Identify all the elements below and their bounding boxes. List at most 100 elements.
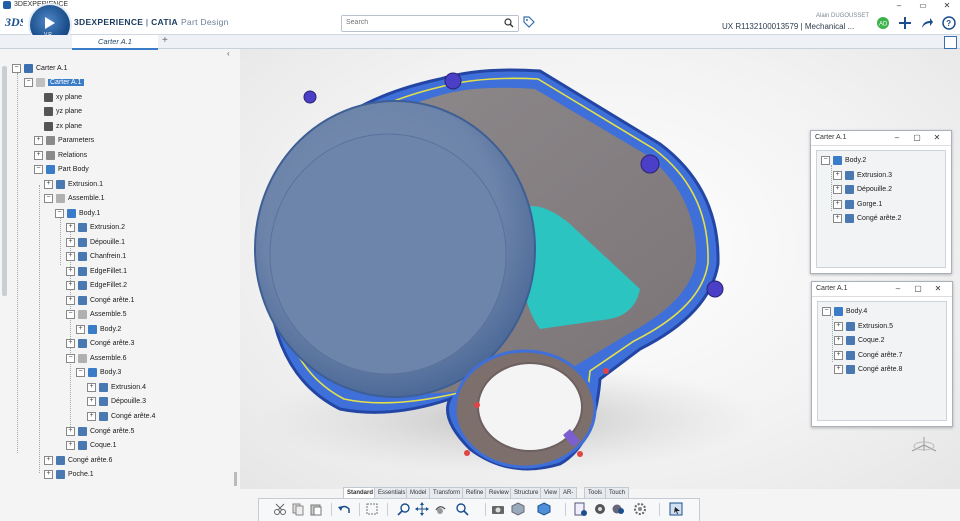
document-id[interactable]: UX R1132100013579 | Mechanical ... <box>722 22 854 31</box>
close-window-button[interactable]: ✕ <box>936 0 958 11</box>
close-button[interactable]: ✕ <box>927 131 947 145</box>
minimize-button[interactable]: – <box>888 282 908 296</box>
panel-tree-item[interactable]: + Dépouille.2 <box>833 184 892 196</box>
panel-tree-item[interactable]: + Extrusion.5 <box>834 321 893 333</box>
tree-item-relations[interactable]: + Relations <box>34 150 87 162</box>
search-input[interactable] <box>342 16 500 29</box>
cut-icon[interactable] <box>273 502 287 516</box>
body-label: Body.2 <box>100 326 122 333</box>
user-name[interactable]: Alain DUGOUSSET <box>816 13 869 19</box>
panel-tree-item[interactable]: + Coque.2 <box>834 335 884 347</box>
tree-item-conge1[interactable]: + Congé arête.1 <box>66 295 134 307</box>
tree-item-assemble5[interactable]: − Assemble.5 <box>66 309 127 321</box>
panel-tree-item[interactable]: + Extrusion.3 <box>833 170 892 182</box>
view-mode-icon[interactable] <box>511 502 525 516</box>
part-body-label: Part Body <box>58 166 89 173</box>
feature-label: Extrusion.5 <box>858 323 894 330</box>
zoom-icon[interactable] <box>397 502 411 516</box>
search-box[interactable] <box>341 15 519 32</box>
chamfer-icon <box>78 251 87 261</box>
maximize-button[interactable]: ▢ <box>908 282 928 296</box>
tree-item-conge5[interactable]: + Congé arête.5 <box>66 426 134 438</box>
plane-label: xy plane <box>56 94 83 101</box>
assemble-label: Assemble.1 <box>68 195 105 202</box>
panel-tree-item[interactable]: + Congé arête.8 <box>834 364 902 376</box>
feature-label: Congé arête.8 <box>858 366 903 373</box>
select-icon[interactable] <box>365 502 379 516</box>
plane-label: zx plane <box>56 123 83 130</box>
panel-tree-item[interactable]: + Congé arête.7 <box>834 350 902 362</box>
help-icon[interactable]: ? <box>942 16 956 30</box>
panel-tree-item[interactable]: + Gorge.1 <box>833 199 882 211</box>
tree-root[interactable]: − Carter A.1 <box>12 63 68 75</box>
tree-item-chanfrein1[interactable]: + Chanfrein.1 <box>66 251 126 263</box>
tree-item-body3[interactable]: − Body.3 <box>76 367 121 379</box>
tree-item-extrusion1[interactable]: + Extrusion.1 <box>44 179 103 191</box>
undo-icon[interactable] <box>337 502 351 516</box>
capture-icon[interactable] <box>491 502 505 516</box>
tree-item-edgefillet2[interactable]: + EdgeFillet.2 <box>66 280 127 292</box>
tree-item-yz-plane[interactable]: yz plane <box>44 106 82 118</box>
share-icon[interactable] <box>920 16 934 30</box>
tree-item-conge4[interactable]: + Congé arête.4 <box>87 411 155 423</box>
extrusion-icon <box>56 179 65 189</box>
feature-label: Gorge.1 <box>857 201 883 208</box>
extrusion-icon <box>78 222 87 232</box>
plus-icon[interactable] <box>898 16 912 30</box>
restore-button[interactable]: ▭ <box>912 0 934 11</box>
tree-item-body1[interactable]: − Body.1 <box>55 208 100 220</box>
tree-item-xy-plane[interactable]: xy plane <box>44 92 82 104</box>
tree-item-conge3[interactable]: + Congé arête.3 <box>66 338 134 350</box>
tree-item-zx-plane[interactable]: zx plane <box>44 121 82 133</box>
panel-tree-root[interactable]: − Body.2 <box>821 155 866 167</box>
tree-item-coque1[interactable]: + Coque.1 <box>66 440 116 452</box>
properties-icon[interactable] <box>573 502 587 516</box>
tree-item-carter-a1[interactable]: − Carter A.1 <box>24 77 84 89</box>
tree-scrollbar[interactable] <box>234 472 237 486</box>
draft-icon <box>845 184 854 194</box>
collab-icon[interactable]: AD <box>876 16 890 30</box>
search-icon[interactable] <box>504 18 514 28</box>
body-icon <box>833 155 842 165</box>
minimize-button[interactable]: – <box>887 131 907 145</box>
panel-tree-root[interactable]: − Body.4 <box>822 306 867 318</box>
groove-icon <box>845 199 854 209</box>
tree-item-extrusion4[interactable]: + Extrusion.4 <box>87 382 146 394</box>
fit-all-icon[interactable] <box>944 36 957 49</box>
tree-item-depouille1[interactable]: + Dépouille.1 <box>66 237 125 249</box>
fillet-icon <box>845 213 854 223</box>
tree-item-edgefillet1[interactable]: + EdgeFillet.1 <box>66 266 127 278</box>
robot-icon[interactable] <box>910 433 938 457</box>
paste-icon[interactable] <box>309 502 323 516</box>
measure-icon[interactable] <box>593 502 607 516</box>
tree-item-part-body[interactable]: − Part Body <box>34 164 89 176</box>
tree-item-parameters[interactable]: + Parameters <box>34 135 94 147</box>
feature-label: Extrusion.4 <box>111 384 147 391</box>
app-label: 3DEXPERIENCE | CATIA Part Design <box>74 17 229 27</box>
tree-item-extrusion2[interactable]: + Extrusion.2 <box>66 222 125 234</box>
tab-carter-a1[interactable]: Carter A.1 <box>72 35 158 50</box>
tree-item-assemble1[interactable]: − Assemble.1 <box>44 193 105 205</box>
tree-item-assemble6[interactable]: − Assemble.6 <box>66 353 127 365</box>
zoom-area-icon[interactable] <box>455 502 469 516</box>
add-tab-button[interactable]: + <box>162 35 168 46</box>
tree-item-poche1[interactable]: + Poche.1 <box>44 469 94 481</box>
tag-icon[interactable] <box>523 16 535 28</box>
tree-item-depouille3[interactable]: + Dépouille.3 <box>87 396 146 408</box>
minimize-button[interactable]: – <box>888 0 910 11</box>
hide-show-icon[interactable] <box>611 502 625 516</box>
copy-icon[interactable] <box>291 502 305 516</box>
maximize-button[interactable]: ▢ <box>907 131 927 145</box>
panel-tree-item[interactable]: + Congé arête.2 <box>833 213 901 225</box>
tree-item-conge6[interactable]: + Congé arête.6 <box>44 455 112 467</box>
robot-icon[interactable] <box>669 502 683 516</box>
tree-item-body2[interactable]: + Body.2 <box>76 324 121 336</box>
draft-icon <box>99 396 108 406</box>
pan-icon[interactable] <box>415 502 429 516</box>
feature-label: Coque.2 <box>858 337 885 344</box>
rotate-icon[interactable] <box>433 502 447 516</box>
3ds-logo-icon[interactable]: 3DS <box>5 14 23 30</box>
render-style-icon[interactable] <box>537 502 551 516</box>
settings-icon[interactable] <box>633 502 647 516</box>
close-button[interactable]: ✕ <box>928 282 948 296</box>
